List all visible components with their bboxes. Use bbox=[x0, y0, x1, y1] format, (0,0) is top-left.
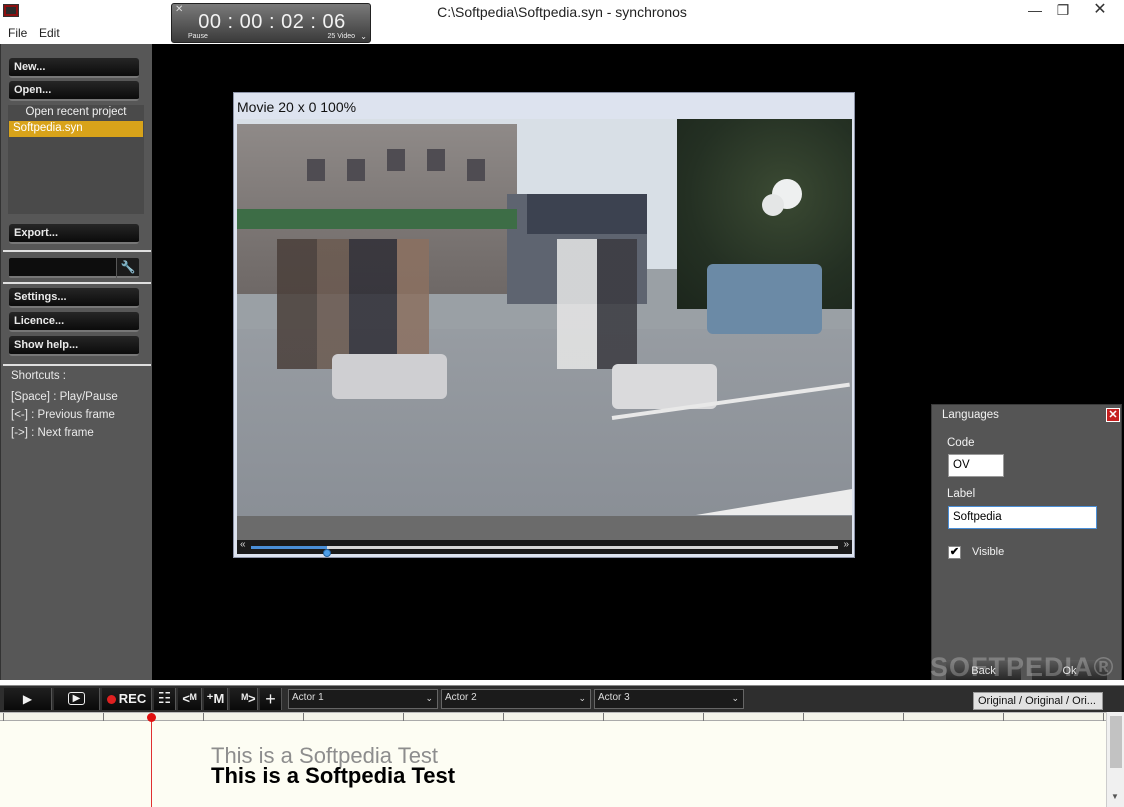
playhead-handle[interactable] bbox=[147, 713, 156, 722]
languages-dialog: Languages ✕ Code OV Label Softpedia ✔ Vi… bbox=[931, 404, 1122, 686]
movie-window: Movie 20 x 0 100% « » bbox=[233, 92, 855, 558]
ruler-tick bbox=[903, 713, 904, 721]
play-button[interactable]: ▶ bbox=[4, 688, 52, 710]
actor-select-1[interactable]: Actor 1 ⌄ bbox=[288, 689, 438, 709]
actor-label: Actor 3 bbox=[598, 692, 630, 703]
wrench-icon[interactable]: 🔧 bbox=[117, 258, 139, 278]
actor-select-2[interactable]: Actor 2 ⌄ bbox=[441, 689, 591, 709]
minimize-button[interactable]: — bbox=[1021, 0, 1049, 22]
close-icon[interactable]: ✕ bbox=[1106, 408, 1120, 422]
title-bar: C:\Softpedia\Softpedia.syn - synchronos … bbox=[0, 0, 1124, 24]
settings-button[interactable]: Settings... bbox=[9, 288, 139, 308]
ruler-tick bbox=[403, 713, 404, 721]
rewind-icon[interactable]: « bbox=[240, 539, 246, 550]
chevron-down-icon: ⌄ bbox=[425, 693, 433, 703]
playhead[interactable] bbox=[151, 713, 152, 807]
timeline-toolbar: ▶ ▶ REC ☷ <ᴹ ⁺M M ᴹ> + Actor 1⌄ Actor 2⌄… bbox=[0, 685, 1124, 712]
ruler-tick bbox=[603, 713, 604, 721]
ruler-tick bbox=[703, 713, 704, 721]
left-sidebar: New... Open... Open recent project Softp… bbox=[0, 44, 152, 680]
licence-button[interactable]: Licence... bbox=[9, 312, 139, 332]
actor-label: Actor 1 bbox=[292, 692, 324, 703]
code-label: Code bbox=[947, 437, 975, 449]
scrollbar-thumb[interactable] bbox=[1110, 716, 1122, 768]
play-frame-button[interactable]: ▶ bbox=[54, 688, 100, 710]
actor-select-3[interactable]: Actor 3 ⌄ bbox=[594, 689, 744, 709]
tool-field[interactable] bbox=[9, 258, 116, 278]
actor-label: Actor 2 bbox=[445, 692, 477, 703]
new-button[interactable]: New... bbox=[9, 58, 139, 78]
seek-bar[interactable]: « » bbox=[237, 539, 852, 557]
label-field[interactable]: Softpedia bbox=[948, 506, 1097, 529]
timecode-display: ✕ 00 : 00 : 02 : 06 Pause 25 Video ⌄ bbox=[171, 3, 371, 43]
close-window-button[interactable]: ✕ bbox=[1077, 0, 1123, 22]
add-marker-button[interactable]: ⁺M bbox=[204, 688, 228, 710]
subtitle-text[interactable]: This is a Softpedia Test bbox=[211, 763, 455, 789]
time-ruler[interactable] bbox=[0, 713, 1106, 721]
list-button[interactable]: ☷ bbox=[154, 688, 176, 710]
forward-icon[interactable]: » bbox=[843, 539, 849, 550]
record-button[interactable]: REC bbox=[102, 688, 152, 710]
visible-checkbox[interactable]: ✔ bbox=[948, 546, 961, 559]
play-frame-icon: ▶ bbox=[67, 692, 86, 705]
visible-label: Visible bbox=[972, 546, 1005, 558]
menu-bar: File Edit bbox=[0, 24, 1124, 44]
recent-project-item[interactable]: Softpedia.syn bbox=[9, 121, 143, 137]
language-select-button[interactable]: Original / Original / Ori... bbox=[973, 692, 1103, 710]
shortcut-item: [Space] : Play/Pause bbox=[11, 391, 118, 403]
seek-handle[interactable] bbox=[323, 549, 332, 557]
scroll-down-icon[interactable]: ▼ bbox=[1111, 792, 1119, 801]
record-label: REC bbox=[118, 691, 147, 706]
watermark-logo: SOFTPEDIA® bbox=[930, 652, 1115, 682]
code-field[interactable]: OV bbox=[948, 454, 1004, 477]
video-frame[interactable] bbox=[237, 119, 852, 516]
dialog-title: Languages bbox=[942, 409, 999, 421]
previous-marker-button[interactable]: <ᴹ bbox=[178, 688, 202, 710]
open-button[interactable]: Open... bbox=[9, 81, 139, 101]
seek-progress bbox=[251, 546, 328, 549]
shortcut-item: [->] : Next frame bbox=[11, 427, 94, 439]
ruler-tick bbox=[103, 713, 104, 721]
divider bbox=[3, 282, 151, 284]
menu-file[interactable]: File bbox=[8, 26, 27, 40]
label-label: Label bbox=[947, 488, 976, 500]
ruler-tick bbox=[503, 713, 504, 721]
ruler-tick bbox=[1003, 713, 1004, 721]
shortcuts-title: Shortcuts : bbox=[11, 370, 66, 382]
timeline-scrollbar[interactable]: ▼ bbox=[1106, 712, 1124, 807]
subtitle-timeline[interactable]: This is a Softpedia Test This is a Softp… bbox=[0, 712, 1106, 807]
playback-state: Pause bbox=[188, 33, 208, 40]
ruler-tick bbox=[803, 713, 804, 721]
ruler-tick bbox=[303, 713, 304, 721]
divider bbox=[3, 364, 151, 366]
divider bbox=[3, 250, 151, 252]
add-button[interactable]: + bbox=[260, 688, 282, 710]
ruler-tick bbox=[3, 713, 4, 721]
frame-rate-label: 25 Video bbox=[327, 33, 355, 40]
seek-track[interactable] bbox=[251, 546, 838, 557]
next-marker-button[interactable]: ᴹ> bbox=[230, 688, 258, 710]
menu-edit[interactable]: Edit bbox=[39, 26, 60, 40]
movie-title: Movie 20 x 0 100% bbox=[237, 99, 357, 115]
chevron-down-icon: ⌄ bbox=[578, 693, 586, 703]
timecode-value: 00 : 00 : 02 : 06 bbox=[198, 11, 346, 33]
ruler-tick bbox=[1103, 713, 1104, 721]
maximize-button[interactable]: ❐ bbox=[1049, 0, 1077, 22]
help-button[interactable]: Show help... bbox=[9, 336, 139, 356]
export-button[interactable]: Export... bbox=[9, 224, 139, 244]
recent-projects-list: Open recent project Softpedia.syn bbox=[8, 105, 144, 214]
recent-projects-label: Open recent project bbox=[25, 106, 127, 118]
window-title: C:\Softpedia\Softpedia.syn - synchronos bbox=[437, 4, 687, 20]
ruler-tick bbox=[203, 713, 204, 721]
chevron-down-icon: ⌄ bbox=[731, 693, 739, 703]
shortcut-item: [<-] : Previous frame bbox=[11, 409, 115, 421]
record-icon bbox=[106, 695, 116, 704]
chevron-down-icon[interactable]: ⌄ bbox=[360, 32, 367, 41]
